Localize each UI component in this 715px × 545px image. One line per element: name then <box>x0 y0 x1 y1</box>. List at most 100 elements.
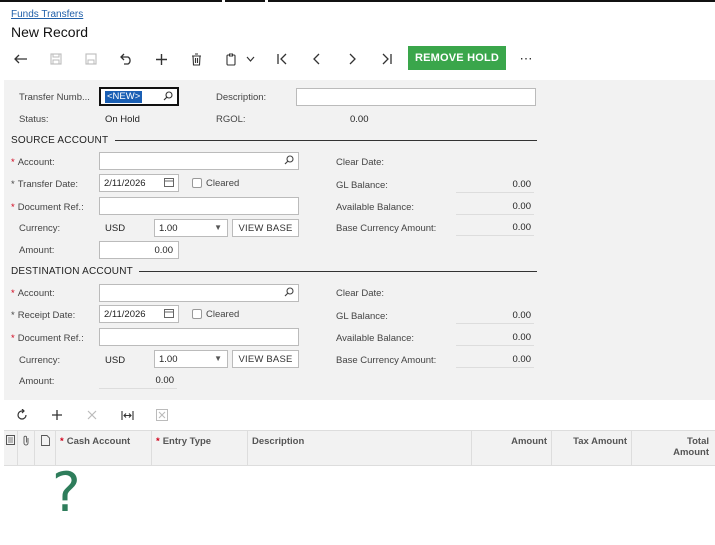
destination-account-label: * Account: <box>11 288 55 299</box>
empty-grid-placeholder: ? <box>52 461 81 524</box>
destination-amount-value: 0.00 <box>99 373 177 389</box>
top-strip-segment <box>225 0 265 2</box>
grid-header-notes[interactable] <box>35 431 56 465</box>
rgol-value: 0.00 <box>350 114 369 125</box>
source-available-balance-label: Available Balance: <box>336 202 414 213</box>
transfer-date-label-text: Transfer Date: <box>17 179 79 190</box>
destination-clear-date-label: Clear Date: <box>336 288 385 299</box>
grid-header-files[interactable] <box>4 431 18 465</box>
destination-docref-label-text: Document Ref.: <box>17 333 84 344</box>
source-clear-date-label: Clear Date: <box>336 157 385 168</box>
search-icon[interactable] <box>284 155 294 168</box>
destination-account-label-text: Account: <box>17 288 55 299</box>
source-amount-field[interactable]: 0.00 <box>99 241 179 259</box>
transfer-number-label: Transfer Numb... <box>19 92 90 103</box>
destination-cleared-checkbox[interactable] <box>192 309 202 319</box>
fit-columns-icon[interactable] <box>117 406 137 424</box>
grid-header-cash-account[interactable]: * Cash Account <box>56 431 152 465</box>
description-field[interactable] <box>296 88 536 106</box>
source-base-currency-amount-value: 0.00 <box>456 220 534 236</box>
cancel-icon[interactable] <box>116 50 136 68</box>
source-section-title: SOURCE ACCOUNT <box>11 135 109 146</box>
grid-header-amount[interactable]: Amount <box>472 431 552 465</box>
receipt-date-field[interactable]: 2/11/2026 <box>99 305 179 323</box>
last-record-icon[interactable] <box>377 50 397 68</box>
destination-account-field[interactable] <box>99 284 299 302</box>
search-icon[interactable] <box>284 287 294 300</box>
destination-docref-field[interactable] <box>99 328 299 346</box>
destination-gl-balance-value: 0.00 <box>456 308 534 324</box>
destination-amount-label: Amount: <box>19 376 55 387</box>
required-marker: * <box>11 157 15 168</box>
top-strip <box>0 0 715 2</box>
breadcrumb[interactable]: Funds Transfers <box>11 9 83 20</box>
remove-hold-button[interactable]: REMOVE HOLD <box>408 46 506 70</box>
top-strip-segment <box>0 0 222 2</box>
section-divider <box>115 140 537 141</box>
chevron-down-icon[interactable] <box>242 50 258 68</box>
total-amount-header-line1: Total <box>687 436 709 447</box>
page-title: New Record <box>11 24 89 40</box>
destination-gl-balance-label: GL Balance: <box>336 311 388 322</box>
required-marker: * <box>156 436 160 447</box>
add-row-icon[interactable] <box>47 406 67 424</box>
transfer-number-field[interactable]: <NEW> <box>99 87 179 106</box>
destination-currency-label: Currency: <box>19 355 61 366</box>
calendar-icon[interactable] <box>164 308 174 321</box>
receipt-date-label: * Receipt Date: <box>11 310 75 321</box>
more-menu-icon[interactable]: ⋯ <box>516 50 536 68</box>
description-label: Description: <box>216 92 267 103</box>
source-gl-balance-value: 0.00 <box>456 177 534 193</box>
required-marker: * <box>11 310 15 321</box>
grid-header-entry-type[interactable]: * Entry Type <box>152 431 248 465</box>
source-gl-balance-label: GL Balance: <box>336 180 388 191</box>
refresh-icon[interactable] <box>12 406 32 424</box>
note-icon <box>41 435 50 449</box>
first-record-icon[interactable] <box>272 50 292 68</box>
source-docref-label: * Document Ref.: <box>11 202 84 213</box>
cash-account-header-text: Cash Account <box>66 436 131 447</box>
destination-rate-select[interactable]: 1.00 ▼ <box>154 350 228 368</box>
source-docref-label-text: Document Ref.: <box>17 202 84 213</box>
destination-view-base-button[interactable]: VIEW BASE <box>232 350 299 368</box>
delete-icon[interactable] <box>186 50 206 68</box>
add-icon[interactable] <box>151 50 171 68</box>
export-excel-icon[interactable] <box>152 406 172 424</box>
grid-header-attachments[interactable] <box>18 431 35 465</box>
next-record-icon[interactable] <box>342 50 362 68</box>
source-account-label-text: Account: <box>17 157 55 168</box>
save-close-icon[interactable] <box>81 50 101 68</box>
previous-record-icon[interactable] <box>307 50 327 68</box>
source-amount-label: Amount: <box>19 245 55 256</box>
source-cleared-label: Cleared <box>206 178 240 189</box>
source-rate-select[interactable]: 1.00 ▼ <box>154 219 228 237</box>
grid-header-description[interactable]: Description <box>248 431 472 465</box>
grid-header-total-amount[interactable]: Total Amount <box>632 431 713 465</box>
total-amount-header-line2: Amount <box>673 447 709 458</box>
source-rate-value: 1.00 <box>159 222 178 234</box>
save-icon[interactable] <box>46 50 66 68</box>
source-available-balance-value: 0.00 <box>456 199 534 215</box>
top-strip-segment <box>268 0 715 2</box>
destination-base-currency-amount-label: Base Currency Amount: <box>336 355 437 366</box>
copy-paste-icon[interactable] <box>222 50 242 68</box>
required-marker: * <box>60 436 64 447</box>
source-account-field[interactable] <box>99 152 299 170</box>
source-docref-field[interactable] <box>99 197 299 215</box>
source-account-label: * Account: <box>11 157 55 168</box>
delete-row-icon[interactable] <box>82 406 102 424</box>
dropdown-arrow-icon: ▼ <box>214 354 222 363</box>
source-cleared-checkbox[interactable] <box>192 178 202 188</box>
destination-cleared-label: Cleared <box>206 309 240 320</box>
undo-arrow-icon[interactable] <box>11 50 31 68</box>
required-marker: * <box>11 333 15 344</box>
destination-docref-label: * Document Ref.: <box>11 333 84 344</box>
grid-header-tax-amount[interactable]: Tax Amount <box>552 431 632 465</box>
search-icon[interactable] <box>163 91 173 104</box>
dropdown-arrow-icon: ▼ <box>214 223 222 232</box>
destination-available-balance-label: Available Balance: <box>336 333 414 344</box>
destination-available-balance-value: 0.00 <box>456 330 534 346</box>
transfer-date-field[interactable]: 2/11/2026 <box>99 174 179 192</box>
source-view-base-button[interactable]: VIEW BASE <box>232 219 299 237</box>
calendar-icon[interactable] <box>164 177 174 190</box>
